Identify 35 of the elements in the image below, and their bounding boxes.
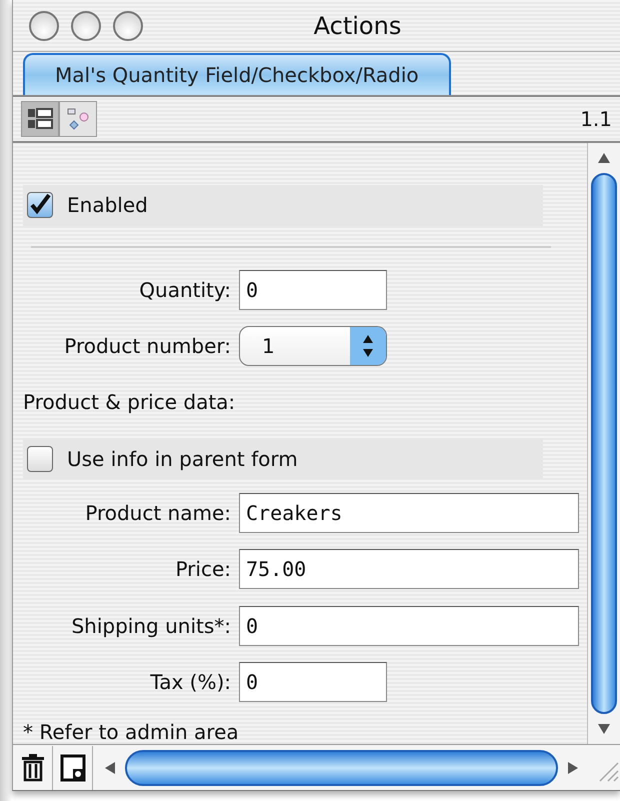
stepper-field[interactable]: 1 xyxy=(239,326,387,366)
field-label: Tax (%): xyxy=(149,670,232,694)
close-button[interactable] xyxy=(29,10,59,40)
field-label: Product name: xyxy=(84,501,232,526)
trash-icon xyxy=(20,754,44,782)
field-label: Shipping units*: xyxy=(70,614,232,638)
text-field[interactable]: 0 xyxy=(239,270,387,310)
field-label: Price: xyxy=(174,557,232,582)
checkmark-icon xyxy=(29,194,51,216)
scroll-thumb[interactable] xyxy=(591,173,617,714)
text-field[interactable]: 75.00 xyxy=(239,549,579,590)
footnote: * Refer to admin area xyxy=(23,720,240,744)
zoom-button[interactable] xyxy=(113,10,143,40)
checkbox[interactable]: Use info in parent form xyxy=(23,438,543,479)
text-field[interactable]: 0 xyxy=(239,606,579,646)
scroll-right-arrow[interactable] xyxy=(566,760,580,774)
minimize-button[interactable] xyxy=(71,10,101,40)
view-button[interactable] xyxy=(21,101,59,137)
horizontal-scroll-thumb[interactable] xyxy=(125,750,558,786)
tab[interactable]: Mal's Quantity Field/Checkbox/Radio xyxy=(23,53,451,95)
window-icon xyxy=(60,754,86,782)
up-down-arrows-icon xyxy=(350,327,386,366)
scroll-left-arrow[interactable] xyxy=(103,760,117,774)
window-title: Actions xyxy=(314,12,402,40)
checkbox[interactable]: Enabled xyxy=(23,185,543,226)
list-view-icon xyxy=(27,107,53,131)
field-label: Quantity: xyxy=(138,278,232,302)
text-field[interactable]: 0 xyxy=(239,662,387,702)
scroll-up-arrow[interactable] xyxy=(597,151,611,165)
version-label: 1.1 xyxy=(580,107,612,131)
text-field[interactable]: Creakers xyxy=(239,493,579,534)
field-label: Product number: xyxy=(63,334,232,358)
diagram-view-icon xyxy=(66,107,90,131)
section-heading: Product & price data: xyxy=(23,389,236,416)
scroll-down-arrow[interactable] xyxy=(597,722,611,736)
